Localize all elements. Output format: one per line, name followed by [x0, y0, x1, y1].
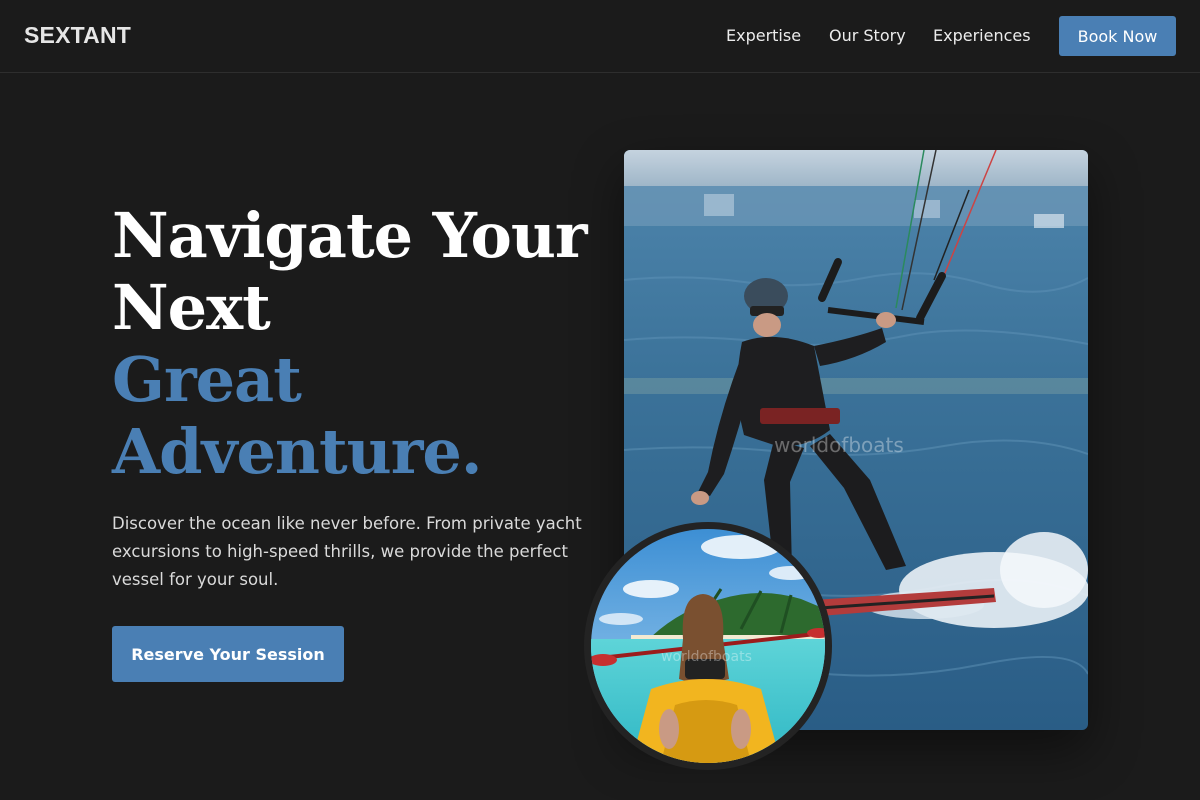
hero-title: Navigate Your Next Great Adventure. — [112, 200, 612, 488]
hero-title-line-3: Great — [112, 343, 302, 416]
kayak-photo: worldofboats — [584, 522, 832, 770]
main-photo-watermark: worldofboats — [774, 433, 904, 457]
hero-title-line-1: Navigate Your — [112, 199, 588, 272]
circle-photo-watermark: worldofboats — [661, 649, 752, 665]
hero-title-line-2: Next — [112, 271, 271, 344]
book-now-button[interactable]: Book Now — [1059, 16, 1176, 56]
top-navigation-bar: SEXTANT Expertise Our Story Experiences … — [0, 0, 1200, 73]
nav-link-expertise[interactable]: Expertise — [726, 26, 801, 45]
hero-description: Discover the ocean like never before. Fr… — [112, 514, 582, 589]
logo[interactable]: SEXTANT — [24, 22, 131, 49]
nav-link-experiences[interactable]: Experiences — [933, 26, 1031, 45]
nav-link-our-story[interactable]: Our Story — [829, 26, 906, 45]
reserve-session-button[interactable]: Reserve Your Session — [112, 626, 344, 682]
hero-title-line-4: Adventure. — [112, 415, 482, 488]
